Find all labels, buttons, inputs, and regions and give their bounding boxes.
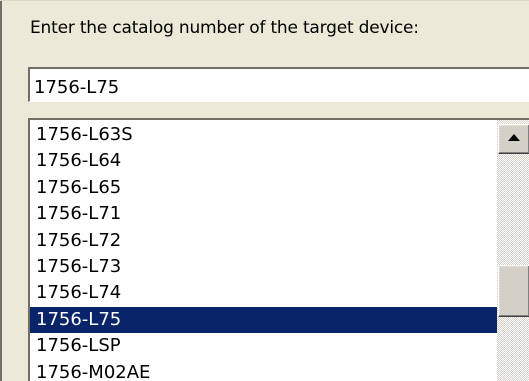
list-item-1756-l72[interactable]: 1756-L72 (30, 228, 497, 254)
list-item-1756-l74[interactable]: 1756-L74 (30, 280, 497, 306)
scroll-thumb[interactable] (498, 265, 529, 317)
list-item-1756-l75-selected[interactable]: 1756-L75 (30, 306, 497, 334)
list-item-1756-l63s[interactable]: 1756-L63S (30, 122, 497, 148)
list-item-1756-l65[interactable]: 1756-L65 (30, 175, 497, 201)
dialog-top-edge (0, 0, 529, 1)
list-item-1756-l64[interactable]: 1756-L64 (30, 148, 497, 174)
list-vertical-scrollbar[interactable] (497, 120, 529, 381)
dialog-left-edge (0, 0, 2, 381)
catalog-number-input[interactable] (28, 67, 529, 102)
list-item-1756-l71[interactable]: 1756-L71 (30, 201, 497, 227)
scroll-up-arrow-icon (508, 134, 520, 141)
device-catalog-list[interactable]: 1756-L63S 1756-L64 1756-L65 1756-L71 175… (28, 118, 529, 381)
catalog-prompt-label: Enter the catalog number of the target d… (30, 18, 419, 38)
list-item-1756-m02ae[interactable]: 1756-M02AE (30, 360, 497, 381)
list-item-1756-l73[interactable]: 1756-L73 (30, 254, 497, 280)
scroll-up-button[interactable] (498, 124, 529, 154)
select-device-dialog: Enter the catalog number of the target d… (0, 0, 529, 381)
list-item-1756-lsp[interactable]: 1756-LSP (30, 333, 497, 359)
